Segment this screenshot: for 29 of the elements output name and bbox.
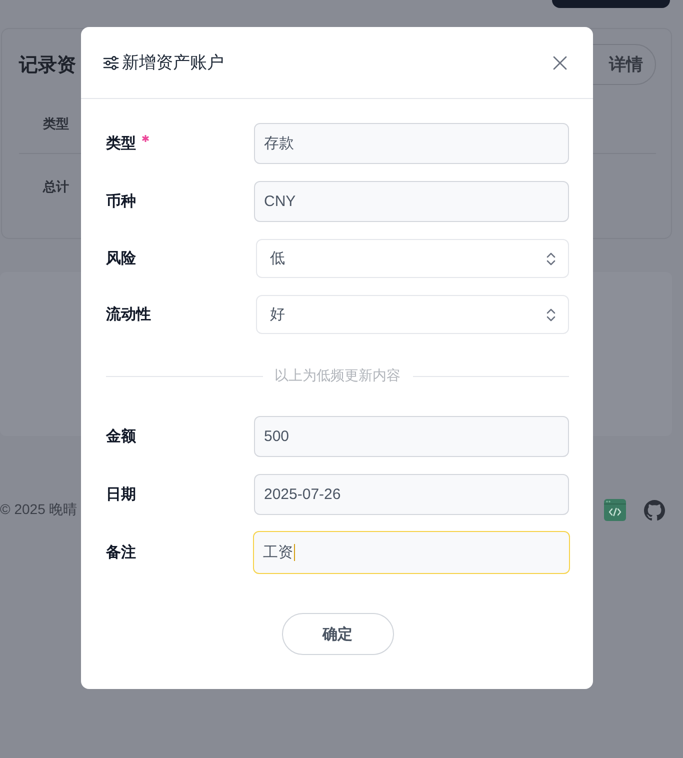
updown-chevron-icon bbox=[546, 308, 556, 322]
input-field[interactable]: 工资 bbox=[253, 531, 570, 574]
card-title: 记录资 bbox=[19, 54, 76, 78]
field-label: 币种 bbox=[106, 192, 136, 211]
dark-pill-button[interactable] bbox=[552, 0, 670, 8]
input-field[interactable]: 2025-07-26 bbox=[254, 474, 569, 515]
field-label: 流动性 bbox=[106, 305, 151, 324]
updown-chevron-icon bbox=[546, 252, 556, 266]
input-field[interactable]: 存款 bbox=[254, 123, 569, 164]
sliders-icon bbox=[103, 56, 119, 70]
close-icon bbox=[553, 56, 567, 70]
dialog-title: 新增资产账户 bbox=[122, 52, 225, 74]
text-cursor-icon bbox=[294, 544, 295, 561]
input-field[interactable]: 500 bbox=[254, 416, 569, 457]
confirm-button[interactable]: 确定 bbox=[282, 613, 394, 655]
copyright-text: © 2025 晚晴 bbox=[0, 501, 78, 519]
field-label: 日期 bbox=[106, 485, 136, 504]
code-window-icon[interactable] bbox=[604, 499, 626, 521]
field-label: 金额 bbox=[106, 427, 136, 446]
field-label: 风险 bbox=[106, 249, 136, 268]
table-header: 类型 bbox=[42, 114, 69, 132]
field-label: 备注 bbox=[106, 543, 136, 562]
input-field[interactable]: CNY bbox=[254, 181, 569, 222]
table-cell-text: 总计 bbox=[42, 178, 69, 196]
select-field[interactable]: 好 bbox=[256, 295, 569, 334]
select-field[interactable]: 低 bbox=[256, 239, 569, 278]
github-icon[interactable] bbox=[644, 500, 665, 520]
divider-text: 以上为低频更新内容 bbox=[274, 367, 400, 385]
field-label: 类型 bbox=[106, 134, 136, 153]
